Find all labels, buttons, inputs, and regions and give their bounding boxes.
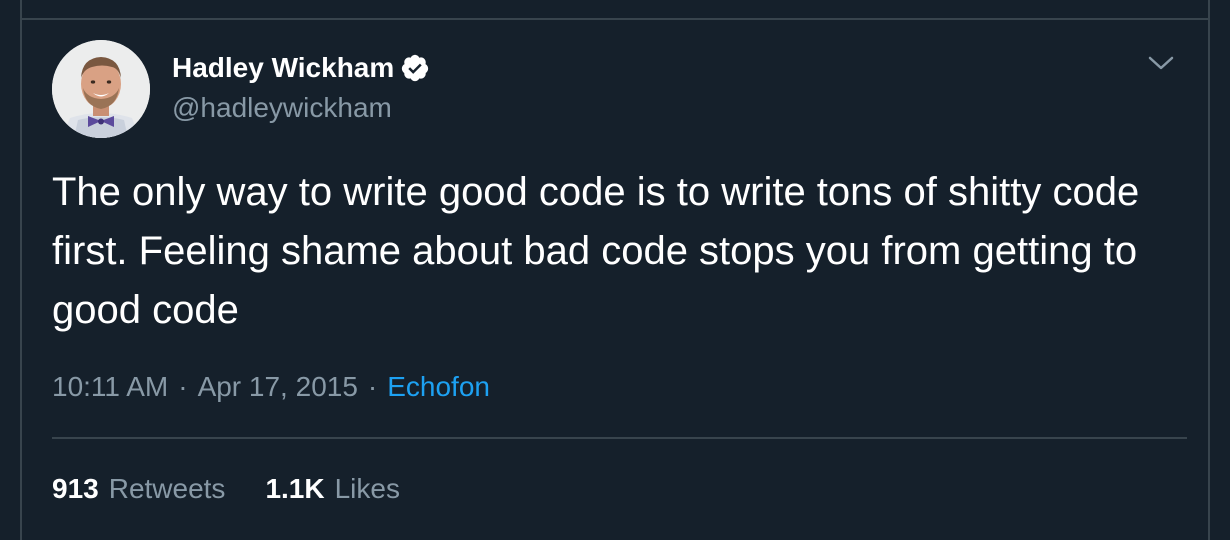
avatar-photo bbox=[52, 40, 150, 138]
retweets-label: Retweets bbox=[108, 473, 226, 504]
verified-badge-icon bbox=[400, 53, 430, 83]
tweet-text: The only way to write good code is to wr… bbox=[52, 170, 1140, 332]
retweets-count: 913 bbox=[52, 473, 99, 504]
meta-separator: · bbox=[367, 371, 378, 402]
tweet-time[interactable]: 10:11 AM bbox=[52, 371, 168, 403]
meta-separator: · bbox=[178, 371, 188, 402]
likes-count: 1.1K bbox=[265, 473, 325, 504]
top-divider bbox=[22, 18, 1208, 20]
likes-stat[interactable]: 1.1K Likes bbox=[265, 473, 400, 505]
author-handle[interactable]: @hadleywickham bbox=[172, 92, 392, 124]
avatar[interactable] bbox=[52, 40, 150, 138]
author-display-name[interactable]: Hadley Wickham bbox=[172, 52, 394, 84]
tweet-card: Hadley Wickham @hadleywickham The only w… bbox=[20, 0, 1210, 540]
tweet-metadata: 10:11 AM · Apr 17, 2015 · Echofon bbox=[52, 371, 490, 403]
retweets-stat[interactable]: 913 Retweets bbox=[52, 473, 225, 505]
author-name-row[interactable]: Hadley Wickham bbox=[172, 50, 430, 86]
likes-label: Likes bbox=[334, 473, 400, 504]
tweet-stats: 913 Retweets 1.1K Likes bbox=[52, 473, 440, 505]
chevron-down-icon[interactable] bbox=[1146, 52, 1176, 74]
stats-divider bbox=[52, 437, 1187, 439]
tweet-date[interactable]: Apr 17, 2015 bbox=[198, 371, 358, 403]
tweet-source-link[interactable]: Echofon bbox=[387, 371, 490, 403]
